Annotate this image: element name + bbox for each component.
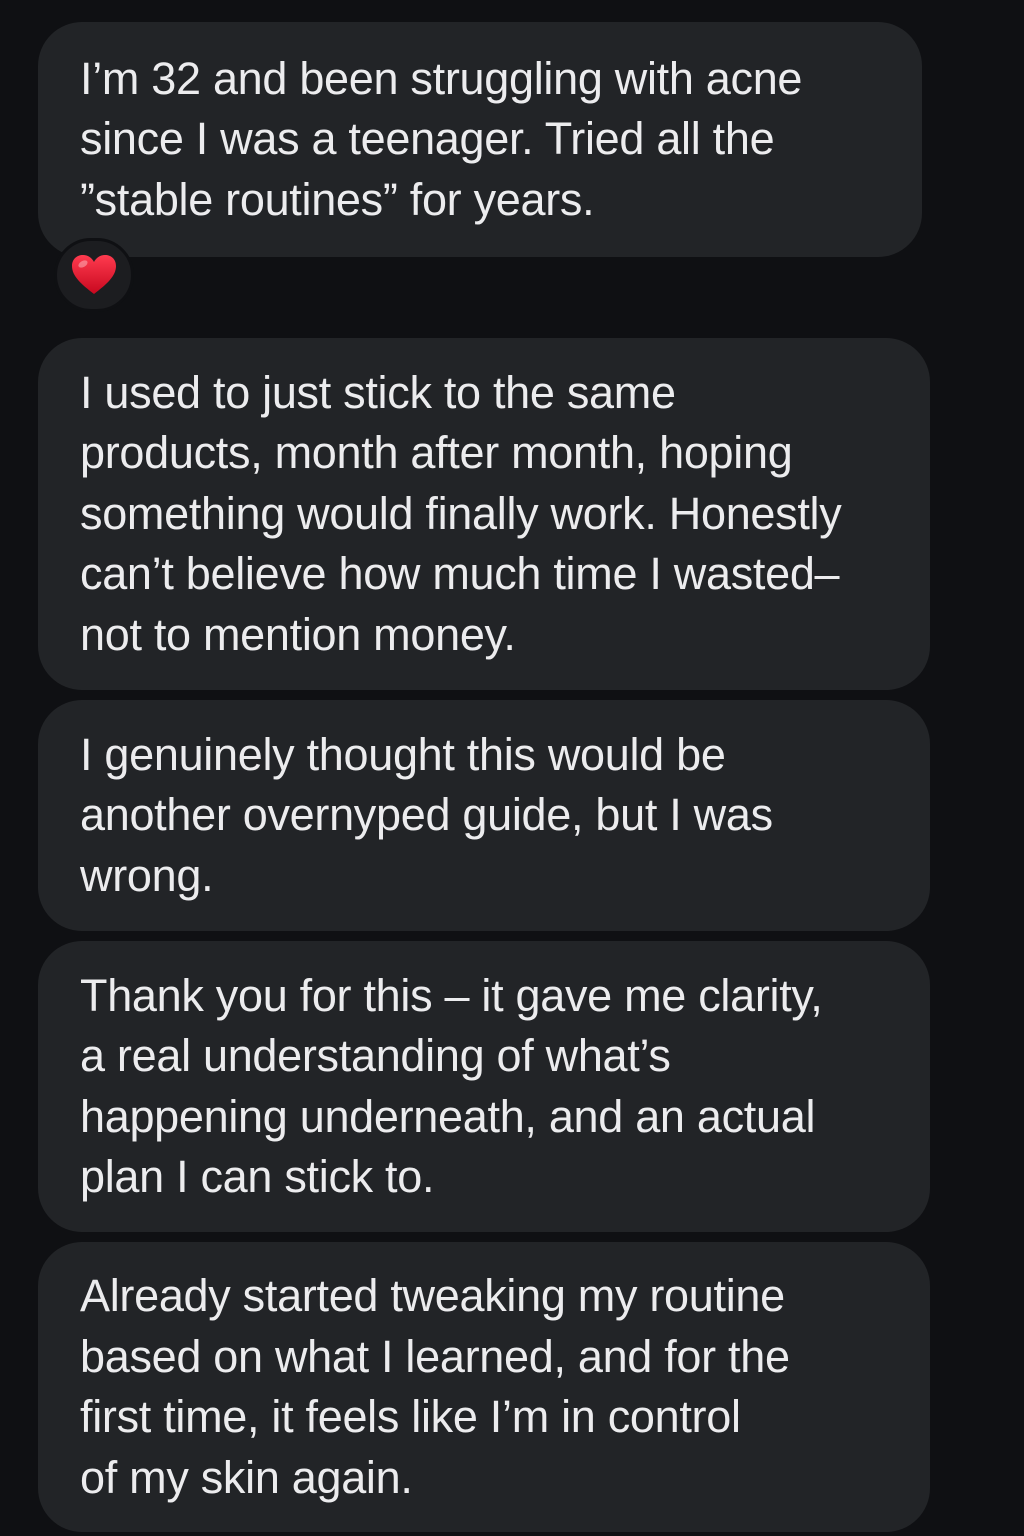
message-bubble[interactable]: Already started tweaking my routine base… [38,1242,930,1532]
message-text: I’m 32 and been struggling with acne sin… [80,52,803,225]
message-text: Already started tweaking my routine base… [80,1270,790,1503]
reaction-badge[interactable] [54,238,134,312]
message-text: Thank you for this – it gave me clarity,… [80,969,823,1203]
message-text: I genuinely thought this would be anothe… [80,728,773,901]
message-thread: I’m 32 and been struggling with acne sin… [0,0,1024,1536]
message-bubble[interactable]: I genuinely thought this would be anothe… [38,700,930,931]
message-text: I used to just stick to the same product… [80,366,842,660]
message-bubble[interactable]: I’m 32 and been struggling with acne sin… [38,22,922,257]
message-bubble[interactable]: I used to just stick to the same product… [38,338,930,690]
heart-icon [72,255,116,294]
message-bubble[interactable]: Thank you for this – it gave me clarity,… [38,941,930,1232]
